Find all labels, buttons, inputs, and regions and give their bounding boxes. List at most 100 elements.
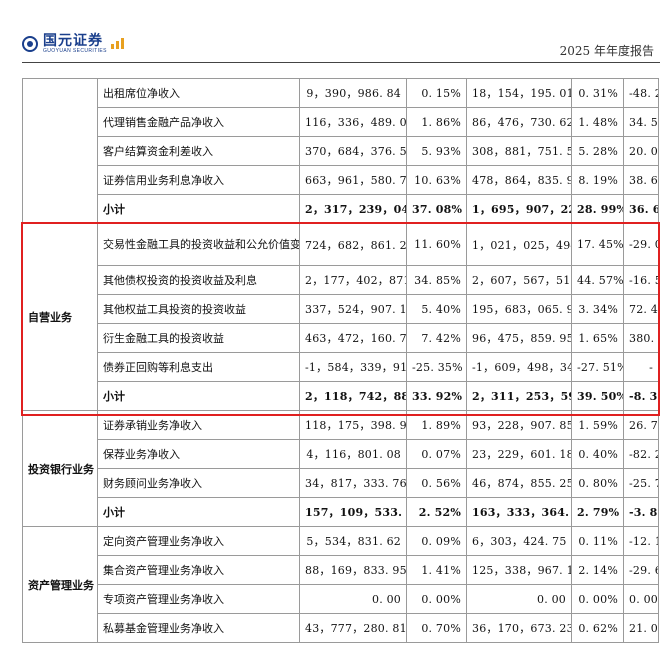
yoy-change-cell: 36. 64% — [623, 194, 659, 224]
item-cell: 出租席位净收入 — [97, 78, 300, 108]
current-amount-cell: 4，116，801. 08 — [299, 439, 407, 469]
item-cell: 保荐业务净收入 — [97, 439, 300, 469]
table-row: 其他债权投资的投资收益及利息2，177，402，871. 0034. 85%2，… — [23, 265, 659, 295]
item-cell: 债券正回购等利息支出 — [97, 352, 300, 382]
item-cell: 其他权益工具投资的投资收益 — [97, 294, 300, 324]
revenue-table: 出租席位净收入 9，390，986. 84 0. 15% 18，154，195. 01… — [22, 78, 659, 643]
table-row: 保荐业务净收入 4，116，801. 08 0. 07% 23，229，601. 18… — [23, 439, 659, 469]
current-amount-cell: 157，109，533. 81 — [299, 497, 407, 527]
yoy-change-cell: 72. 49% — [623, 294, 659, 324]
prior-share-cell: 0. 40% — [571, 439, 624, 469]
current-share-cell: 1. 41% — [406, 555, 467, 585]
yoy-change-cell: 0. 00% — [623, 584, 659, 614]
current-amount-cell: 2，118，742，886. 57 — [299, 381, 407, 411]
table-row: 债券正回购等利息支出-1，584，339，913. 59-25. 35%-1，6… — [23, 352, 659, 382]
table-row: 自营业务交易性金融工具的投资收益和公允价值变动损益724，682，861. 25… — [22, 223, 659, 411]
current-amount-cell: 663，961，580. 79 — [299, 165, 407, 195]
yoy-change-cell: -48. 27% — [623, 78, 659, 108]
current-share-cell: 5. 40% — [406, 294, 467, 324]
prior-amount-cell: 23，229，601. 18 — [466, 439, 572, 469]
prior-amount-cell: 478，864，835. 96 — [466, 165, 572, 195]
current-amount-cell: 34，817，333. 76 — [299, 468, 407, 498]
item-cell: 客户结算资金利差收入 — [97, 136, 300, 166]
current-amount-cell: 5，534，831. 62 — [299, 526, 407, 556]
current-amount-cell: 463，472，160. 76 — [299, 323, 407, 353]
current-amount-cell: 0. 00 — [299, 584, 407, 614]
current-amount-cell: 724，682，861. 25 — [299, 223, 407, 266]
yoy-change-cell: 380. 40% — [623, 323, 659, 353]
prior-amount-cell: 125，338，967. 13 — [466, 555, 572, 585]
current-share-cell: 7. 42% — [406, 323, 467, 353]
item-cell: 专项资产管理业务净收入 — [97, 584, 300, 614]
current-amount-cell: 2，317，239，041. 54 — [299, 194, 407, 224]
item-cell: 小计 — [97, 194, 300, 224]
current-share-cell: 2. 52% — [406, 497, 467, 527]
current-amount-cell: 88，169，833. 95 — [299, 555, 407, 585]
company-logo: 国元证券 GUOYUAN SECURITIES — [22, 34, 124, 60]
prior-share-cell: 8. 19% — [571, 165, 624, 195]
item-cell: 衍生金融工具的投资收益 — [97, 323, 300, 353]
prior-amount-cell: 163，333，364. 28 — [466, 497, 572, 527]
table-row: 证券信用业务利息净收入 663，961，580. 79 10. 63% 478，864… — [23, 165, 659, 195]
logo-emblem-icon — [22, 36, 38, 52]
prior-amount-cell: 36，170，673. 23 — [466, 613, 572, 643]
item-cell: 财务顾问业务净收入 — [97, 468, 300, 498]
prior-amount-cell: 2，311，253，591. 75 — [466, 381, 572, 411]
table-row: 资产管理业务 定向资产管理业务净收入 5，534，831. 62 0. 09% 6，30… — [22, 526, 659, 643]
prior-share-cell: 1. 48% — [571, 107, 624, 137]
current-amount-cell: 116，336，489. 02 — [299, 107, 407, 137]
table-row: 投资银行业务 证券承销业务净收入 118，175，398. 97 1. 89% 93，2… — [22, 410, 659, 527]
report-title: 2025 年年度报告 — [559, 44, 654, 58]
current-share-cell: 0. 56% — [406, 468, 467, 498]
segment-cell: 资产管理业务 — [22, 526, 98, 643]
subtotal-row: 小计2，317，239，041. 5437. 08%1，695，907，227.… — [23, 194, 659, 224]
prior-share-cell: 44. 57% — [571, 265, 624, 295]
table-row: 代理销售金融产品净收入 116，336，489. 02 1. 86% 86，476，7… — [23, 107, 659, 137]
segment-cell: 自营业务 — [22, 223, 98, 411]
current-amount-cell: -1，584，339，913. 59 — [299, 352, 407, 382]
item-cell: 小计 — [97, 381, 300, 411]
prior-amount-cell: 195，683，065. 99 — [466, 294, 572, 324]
prior-share-cell: 28. 99% — [571, 194, 624, 224]
prior-amount-cell: 2，607，567，513. 57 — [466, 265, 572, 295]
prior-share-cell: 1. 59% — [571, 410, 624, 440]
current-share-cell: 5. 93% — [406, 136, 467, 166]
yoy-change-cell: -3. 81% — [623, 497, 659, 527]
item-cell: 集合资产管理业务净收入 — [97, 555, 300, 585]
yoy-change-cell: -29. 65% — [623, 555, 659, 585]
table-row: 出租席位净收入 9，390，986. 84 0. 15% 18，154，195. 01… — [22, 78, 659, 224]
yoy-change-cell: -82. 28% — [623, 439, 659, 469]
current-amount-cell: 118，175，398. 97 — [299, 410, 407, 440]
current-share-cell: 0. 09% — [406, 526, 467, 556]
current-amount-cell: 370，684，376. 58 — [299, 136, 407, 166]
current-share-cell: 1. 89% — [406, 410, 467, 440]
prior-amount-cell: 1，021，025，494. 37 — [466, 223, 572, 266]
prior-share-cell: 39. 50% — [571, 381, 624, 411]
prior-share-cell: 0. 00% — [571, 584, 624, 614]
prior-amount-cell: 46，874，855. 25 — [466, 468, 572, 498]
current-share-cell: 0. 70% — [406, 613, 467, 643]
item-cell: 代理销售金融产品净收入 — [97, 107, 300, 137]
current-amount-cell: 43，777，280. 81 — [299, 613, 407, 643]
yoy-change-cell: -8. 33% — [623, 381, 659, 411]
table-row: 财务顾问业务净收入 34，817，333. 76 0. 56% 46，874，855.… — [23, 468, 659, 498]
prior-share-cell: 0. 62% — [571, 613, 624, 643]
current-share-cell: 34. 85% — [406, 265, 467, 295]
current-share-cell: 0. 07% — [406, 439, 467, 469]
item-cell: 证券信用业务利息净收入 — [97, 165, 300, 195]
table-row: 衍生金融工具的投资收益 463，472，160. 76 7. 42% 96，475，8… — [23, 323, 659, 353]
yoy-change-cell: -16. 50% — [623, 265, 659, 295]
yoy-change-cell: 34. 53% — [623, 107, 659, 137]
current-share-cell: 33. 92% — [406, 381, 467, 411]
prior-amount-cell: 1，695，907，227. 44 — [466, 194, 572, 224]
yoy-change-cell: -25. 72% — [623, 468, 659, 498]
table-row: 私募基金管理业务净收入 43，777，280. 81 0. 70% 36，170，67… — [23, 613, 659, 643]
current-share-cell: 0. 15% — [406, 78, 467, 108]
item-cell: 证券承销业务净收入 — [97, 410, 300, 440]
current-share-cell: 10. 63% — [406, 165, 467, 195]
prior-share-cell: 2. 14% — [571, 555, 624, 585]
header-divider — [22, 62, 660, 63]
logo-company-name-en: GUOYUAN SECURITIES — [43, 48, 107, 54]
prior-share-cell: 5. 28% — [571, 136, 624, 166]
segment-cell — [22, 78, 98, 224]
